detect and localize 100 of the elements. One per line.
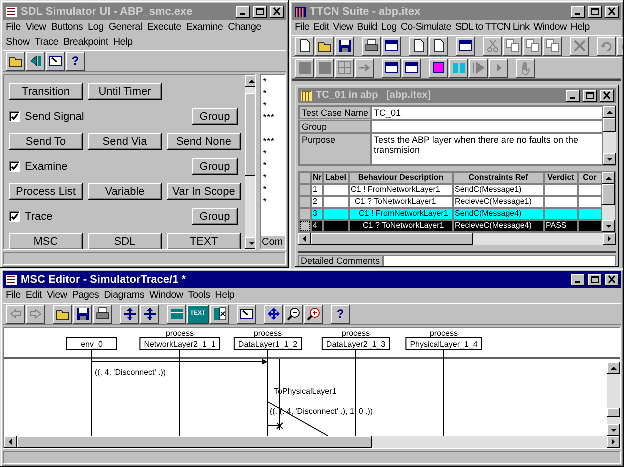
- command-button[interactable]: Until Timer: [88, 83, 162, 100]
- toolbar-button[interactable]: [26, 304, 45, 324]
- text-field[interactable]: [383, 255, 616, 266]
- toolbar-button[interactable]: [73, 304, 92, 324]
- toolbar-button[interactable]: [516, 58, 535, 78]
- vertical-scrollbar[interactable]: [607, 362, 620, 436]
- checkbox[interactable]: [9, 161, 20, 172]
- toolbar-button[interactable]: [264, 304, 283, 324]
- toolbar-button[interactable]: [167, 304, 186, 324]
- toolbar-button[interactable]: [237, 304, 256, 324]
- toolbar-button[interactable]: [355, 58, 374, 78]
- menu-item[interactable]: View: [333, 22, 354, 33]
- group-button[interactable]: Group: [192, 158, 238, 175]
- menu-item[interactable]: SDL to TTCN Link: [455, 22, 530, 33]
- toolbar-button[interactable]: [382, 58, 401, 78]
- toolbar-button[interactable]: [523, 36, 542, 56]
- menu-item[interactable]: Buttons: [51, 22, 84, 33]
- scroll-down-button[interactable]: [245, 237, 255, 249]
- command-button[interactable]: Var In Scope: [167, 183, 241, 200]
- menu-item[interactable]: Build: [357, 22, 378, 33]
- menu-item[interactable]: File: [295, 22, 310, 33]
- toolbar-button[interactable]: [26, 52, 45, 70]
- menu-item[interactable]: Trace: [34, 37, 59, 48]
- menu-item[interactable]: File: [6, 22, 21, 33]
- minimize-button[interactable]: [236, 6, 250, 18]
- menu-item[interactable]: Show: [6, 37, 30, 48]
- text-field[interactable]: TC_01: [371, 106, 603, 120]
- toolbar-button[interactable]: [335, 58, 354, 78]
- menu-item[interactable]: Log: [381, 22, 397, 33]
- toolbar-button[interactable]: [53, 304, 72, 324]
- menu-item[interactable]: Log: [88, 22, 104, 33]
- maximize-button[interactable]: [588, 6, 602, 18]
- toolbar-button[interactable]: [210, 304, 229, 324]
- menu-item[interactable]: Edit: [26, 290, 42, 301]
- command-button[interactable]: Send None: [167, 133, 241, 150]
- vertical-scrollbar[interactable]: [603, 106, 616, 165]
- command-button[interactable]: Send Via: [88, 133, 162, 150]
- toolbar-button[interactable]: [335, 36, 354, 56]
- scroll-down-button[interactable]: [602, 220, 615, 232]
- toolbar-button[interactable]: [362, 36, 381, 56]
- toolbar-button[interactable]: [6, 304, 25, 324]
- toolbar-button[interactable]: [503, 36, 522, 56]
- toolbar-button[interactable]: [315, 36, 334, 56]
- menu-item[interactable]: File: [6, 290, 21, 301]
- log-tab[interactable]: Com: [261, 236, 285, 249]
- toolbar-button[interactable]: [6, 52, 25, 70]
- toolbar-button[interactable]: [295, 36, 314, 56]
- maximize-button[interactable]: [583, 90, 597, 102]
- menu-item[interactable]: Execute: [147, 22, 182, 33]
- close-button[interactable]: [270, 6, 284, 18]
- group-button[interactable]: Group: [192, 208, 238, 225]
- close-button[interactable]: [605, 274, 619, 286]
- menu-item[interactable]: View: [46, 290, 68, 301]
- scroll-left-button[interactable]: [298, 233, 311, 245]
- toolbar-button[interactable]: [46, 52, 65, 70]
- scroll-up-button[interactable]: [603, 106, 616, 118]
- scroll-right-button[interactable]: [607, 436, 620, 448]
- command-button[interactable]: Transition: [9, 83, 83, 100]
- menu-item[interactable]: Tools: [188, 290, 210, 301]
- close-button[interactable]: [600, 90, 614, 102]
- toolbar-button[interactable]: ?: [331, 304, 350, 324]
- minimize-button[interactable]: [566, 90, 580, 102]
- menu-item[interactable]: Window: [150, 290, 184, 301]
- close-button[interactable]: [605, 6, 619, 18]
- scroll-down-button[interactable]: [607, 424, 620, 436]
- text-field[interactable]: Tests the ABP layer when there are no faults on the transmision: [371, 133, 603, 165]
- scroll-thumb[interactable]: [603, 118, 616, 132]
- menu-item[interactable]: Help: [215, 290, 235, 301]
- toolbar-button[interactable]: ?: [66, 52, 85, 70]
- menu-item[interactable]: Window: [534, 22, 567, 33]
- toolbar-button[interactable]: [483, 36, 502, 56]
- toolbar-button[interactable]: [469, 58, 488, 78]
- checkbox[interactable]: [9, 111, 20, 122]
- scroll-right-button[interactable]: [603, 233, 616, 245]
- maximize-button[interactable]: [253, 6, 267, 18]
- menu-item[interactable]: Change: [228, 22, 262, 33]
- command-button[interactable]: Variable: [88, 183, 162, 200]
- menu-item[interactable]: Help: [570, 22, 590, 33]
- vertical-scrollbar[interactable]: [245, 75, 255, 249]
- toolbar-button[interactable]: [543, 36, 562, 56]
- column-header[interactable]: Cor: [578, 172, 602, 184]
- column-header[interactable]: Verdict: [544, 172, 578, 184]
- scroll-up-button[interactable]: [607, 362, 620, 374]
- menu-item[interactable]: General: [108, 22, 142, 33]
- scroll-thumb[interactable]: [311, 233, 472, 245]
- toolbar-button[interactable]: [429, 36, 448, 56]
- scroll-left-button[interactable]: [4, 436, 17, 448]
- maximize-button[interactable]: [588, 274, 602, 286]
- toolbar-button[interactable]: [315, 58, 334, 78]
- menu-item[interactable]: Pages: [72, 290, 100, 301]
- menu-item[interactable]: View: [26, 22, 46, 33]
- column-header[interactable]: Nr: [311, 172, 323, 184]
- toolbar-button[interactable]: [570, 36, 589, 56]
- scroll-up-button[interactable]: [245, 75, 255, 87]
- scroll-down-button[interactable]: [603, 153, 616, 165]
- toolbar-button[interactable]: [409, 36, 428, 56]
- horizontal-scrollbar[interactable]: [298, 233, 616, 245]
- toolbar-button[interactable]: [402, 58, 421, 78]
- menu-item[interactable]: Help: [113, 37, 133, 48]
- toolbar-button[interactable]: [382, 36, 401, 56]
